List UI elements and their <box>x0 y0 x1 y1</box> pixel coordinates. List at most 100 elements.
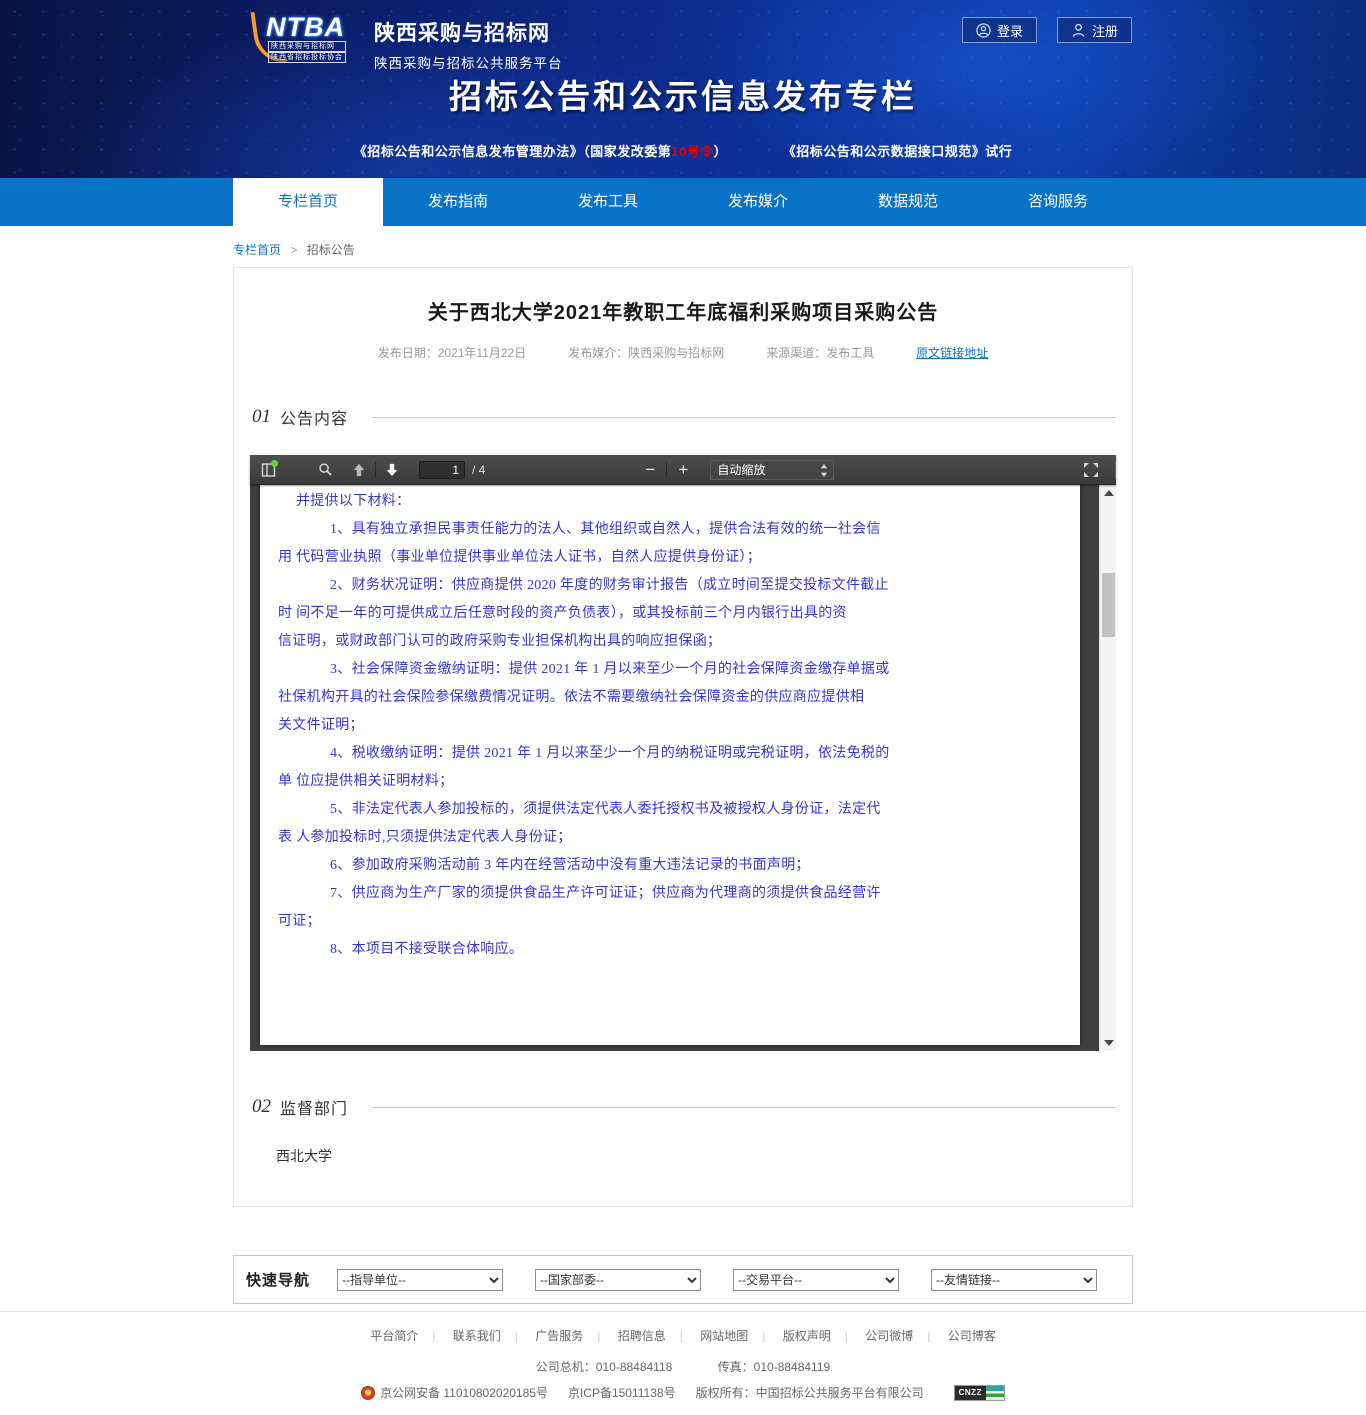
sidebar-notification-dot <box>271 460 278 467</box>
footer-link-ad-service[interactable]: 广告服务 <box>535 1329 583 1343</box>
pdf-document-text: 并提供以下材料： 1、具有独立承担民事责任能力的法人、其他组织或自然人，提供合法… <box>260 485 1080 964</box>
zoom-mode-select[interactable]: 自动缩放 <box>710 460 834 480</box>
nav-tab-column-home[interactable]: 专栏首页 <box>233 178 383 226</box>
pdf-line: 用 代码营业执照（事业单位提供事业单位法人证书，自然人应提供身份证）； <box>260 544 1080 572</box>
footer-link-sitemap[interactable]: 网站地图 <box>700 1329 748 1343</box>
logo-abbr: NTBA <box>266 12 345 43</box>
footer-pipe: | <box>680 1329 683 1343</box>
breadcrumb-home-link[interactable]: 专栏首页 <box>233 243 281 257</box>
auth-buttons: 登录 注册 <box>942 17 1132 43</box>
footer-copyright: 版权所有：中国招标公共服务平台有限公司 <box>696 1384 924 1401</box>
footer-pipe: | <box>845 1329 848 1343</box>
zoom-in-button[interactable]: + <box>670 460 696 480</box>
pdf-line: 6、参加政府采购活动前 3 年内在经营活动中没有重大违法记录的书面声明； <box>260 852 1080 880</box>
arrow-down-icon <box>385 463 399 477</box>
scrollbar-down-arrow-icon[interactable] <box>1104 1040 1114 1046</box>
section-2-header: 02 监督部门 <box>250 1095 1116 1119</box>
pdf-line: 1、具有独立承担民事责任能力的法人、其他组织或自然人，提供合法有效的统一社会信 <box>260 516 1080 544</box>
page-number-input[interactable] <box>419 461 465 479</box>
friend-links-select[interactable]: --友情链接-- <box>931 1269 1097 1291</box>
pdf-line: 可证； <box>260 908 1080 936</box>
police-badge-icon <box>361 1386 375 1400</box>
guide-unit-select[interactable]: --指导单位-- <box>337 1269 503 1291</box>
footer-pipe: | <box>432 1329 435 1343</box>
pdf-scrollbar[interactable] <box>1099 485 1116 1051</box>
logo-small-text: 陕西采购与招标网 陕西省招标投标协会 <box>268 41 346 63</box>
meta-source-channel: 来源渠道：发布工具 <box>766 344 874 361</box>
original-link[interactable]: 原文链接地址 <box>916 344 988 361</box>
pdf-line: 社保机构开具的社会保险参保缴费情况证明。依法不需要缴纳社会保障资金的供应商应提供… <box>260 684 1080 712</box>
article-title: 关于西北大学2021年教职工年底福利采购项目采购公告 <box>250 296 1116 325</box>
nav-tab-publish-guide[interactable]: 发布指南 <box>383 178 533 226</box>
meta-publish-date: 发布日期：2021年11月22日 <box>378 344 527 361</box>
zoom-mode-label: 自动缩放 <box>717 461 765 478</box>
nav-tab-consult-service[interactable]: 咨询服务 <box>983 178 1133 226</box>
pdf-viewer: / 4 − + 自动缩放 <box>250 455 1116 1051</box>
police-record-number[interactable]: 京公网安备 11010802020185号 <box>380 1384 548 1401</box>
pdf-line: 并提供以下材料： <box>260 488 1080 516</box>
pdf-line: 2、财务状况证明：供应商提供 2020 年度的财务审计报告（成立时间至提交投标文… <box>260 572 1080 600</box>
register-label: 注册 <box>1092 21 1118 40</box>
select-spinner-icon <box>820 464 828 477</box>
article-container: 关于西北大学2021年教职工年底福利采购项目采购公告 发布日期：2021年11月… <box>233 267 1133 1207</box>
toolbar-separator-2 <box>666 462 667 478</box>
footer-link-contact-us[interactable]: 联系我们 <box>453 1329 501 1343</box>
login-button[interactable]: 登录 <box>962 17 1037 43</box>
footer-pipe: | <box>597 1329 600 1343</box>
quick-nav-bar: 快速导航 --指导单位-- --国家部委-- --交易平台-- --友情链接-- <box>233 1255 1133 1304</box>
footer-fax: 传真：010-88484119 <box>718 1360 831 1374</box>
search-icon <box>318 462 333 477</box>
scrollbar-up-arrow-icon[interactable] <box>1104 490 1114 496</box>
trading-platform-select[interactable]: --交易平台-- <box>733 1269 899 1291</box>
login-user-circle-icon <box>976 23 991 38</box>
banner-sub-part2: ） <box>714 144 728 159</box>
footer-phone-row: 公司总机：010-88484118 传真：010-88484119 <box>0 1358 1366 1375</box>
cnzz-label: CNZZ <box>955 1386 986 1400</box>
logo-mark-icon: NTBA 陕西采购与招标网 陕西省招标投标协会 <box>252 10 360 66</box>
nav-tab-publish-tools[interactable]: 发布工具 <box>533 178 683 226</box>
site-subtitle: 陕西采购与招标公共服务平台 <box>374 52 563 72</box>
pdf-line: 8、本项目不接受联合体响应。 <box>260 936 1080 964</box>
site-names: 陕西采购与招标网 陕西采购与招标公共服务平台 <box>374 10 563 72</box>
nav-tab-data-standard[interactable]: 数据规范 <box>833 178 983 226</box>
footer-link-blog[interactable]: 公司博客 <box>948 1329 996 1343</box>
register-user-icon <box>1071 23 1086 38</box>
pdf-line: 关文件证明； <box>260 712 1080 740</box>
cnzz-badge[interactable]: CNZZ <box>954 1385 1005 1401</box>
footer-links: 平台简介 | 联系我们 | 广告服务 | 招聘信息 | 网站地图 | 版权声明 | 公司微博… <box>0 1327 1366 1344</box>
footer-link-platform-intro[interactable]: 平台简介 <box>370 1329 418 1343</box>
site-logo[interactable]: NTBA 陕西采购与招标网 陕西省招标投标协会 陕西采购与招标网 陕西采购与招标… <box>252 10 563 72</box>
section-1-number: 01 <box>252 406 271 428</box>
fullscreen-icon <box>1083 462 1099 478</box>
pdf-line: 4、税收缴纳证明：提供 2021 年 1 月以来至少一个月的纳税证明或完税证明，… <box>260 740 1080 768</box>
page-down-button[interactable] <box>379 458 405 482</box>
footer-pipe: | <box>515 1329 518 1343</box>
scrollbar-thumb[interactable] <box>1102 573 1115 637</box>
header-banner: NTBA 陕西采购与招标网 陕西省招标投标协会 陕西采购与招标网 陕西采购与招标… <box>0 0 1366 178</box>
footer-pipe: | <box>927 1329 930 1343</box>
sidebar-toggle-button[interactable] <box>256 458 282 482</box>
site-name: 陕西采购与招标网 <box>374 17 563 47</box>
footer-link-jobs[interactable]: 招聘信息 <box>618 1329 666 1343</box>
breadcrumb-separator: > <box>290 243 297 257</box>
page-up-button[interactable] <box>346 458 372 482</box>
banner-sub-part3: 《招标公告和公示数据接口规范》试行 <box>789 144 1012 159</box>
footer-pipe: | <box>762 1329 765 1343</box>
register-button[interactable]: 注册 <box>1057 17 1132 43</box>
page-total: / 4 <box>472 463 485 477</box>
section-2-number: 02 <box>252 1096 271 1118</box>
find-button[interactable] <box>312 458 338 482</box>
breadcrumb-current: 招标公告 <box>307 243 355 257</box>
footer-link-copyright-notice[interactable]: 版权声明 <box>783 1329 831 1343</box>
national-ministry-select[interactable]: --国家部委-- <box>535 1269 701 1291</box>
section-2-title: 监督部门 <box>280 1095 348 1119</box>
pdf-toolbar: / 4 − + 自动缩放 <box>250 455 1116 485</box>
main-nav: 专栏首页 发布指南 发布工具 发布媒介 数据规范 咨询服务 <box>0 178 1366 226</box>
quick-nav-label: 快速导航 <box>246 1269 310 1290</box>
banner-sub-part1: 《招标公告和公示信息发布管理办法》（国家发改委第 <box>354 144 672 159</box>
icp-record-number[interactable]: 京ICP备15011138号 <box>568 1384 676 1401</box>
footer-link-weibo[interactable]: 公司微博 <box>865 1329 913 1343</box>
nav-tab-publish-media[interactable]: 发布媒介 <box>683 178 833 226</box>
zoom-out-button[interactable]: − <box>637 460 663 480</box>
presentation-mode-button[interactable] <box>1078 458 1104 482</box>
